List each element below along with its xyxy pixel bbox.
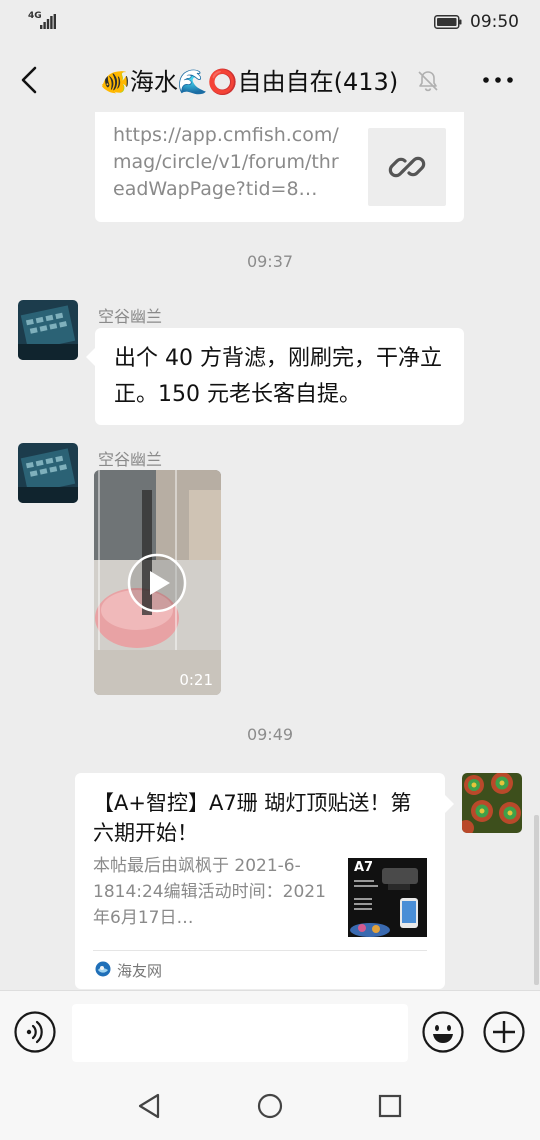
- timestamp: 09:37: [246, 252, 294, 271]
- avatar[interactable]: [18, 443, 78, 503]
- article-source: 海友网: [117, 962, 163, 980]
- emoji-icon[interactable]: [422, 1011, 464, 1053]
- status-time: 09:50: [470, 12, 519, 32]
- mute-bell-icon: [418, 71, 438, 92]
- sender-name: 空谷幽兰: [98, 450, 163, 469]
- article-message-card[interactable]: 【A+智控】A7珊 瑚灯顶贴送！第六期开始！ 本帖最后由飒枫于 2021-6-1…: [75, 773, 454, 989]
- system-home-icon[interactable]: [256, 1092, 284, 1120]
- article-thumb-label: A7: [354, 860, 374, 875]
- status-bar: 4G 09:50: [0, 0, 540, 44]
- link-message-card[interactable]: https://app.cmfish.com/mag/circle/v1/for…: [95, 112, 464, 222]
- system-recents-icon[interactable]: [376, 1092, 404, 1120]
- plus-icon[interactable]: [483, 1011, 525, 1053]
- article-thumbnail: A7: [348, 858, 427, 937]
- timestamp: 09:49: [246, 725, 294, 744]
- sender-name: 空谷幽兰: [98, 307, 163, 326]
- avatar[interactable]: [18, 300, 78, 360]
- signal-icon: [40, 14, 56, 29]
- back-icon[interactable]: [14, 64, 46, 96]
- video-message[interactable]: 0:21: [94, 470, 221, 695]
- chat-title: 🐠海水🌊⭕自由自在(413): [100, 68, 399, 96]
- system-back-icon[interactable]: [136, 1092, 164, 1120]
- battery-icon: [434, 15, 462, 29]
- link-thumbnail: [368, 128, 446, 206]
- link-url: https://app.cmfish.com/mag/circle/v1/for…: [113, 124, 339, 200]
- play-icon[interactable]: [127, 553, 187, 613]
- voice-icon[interactable]: [14, 1011, 56, 1053]
- article-divider: [93, 950, 427, 951]
- message-text: 出个 40 方背滤，刚刷完，干净立正。150 元老长客自提。: [114, 346, 442, 407]
- link-icon: [388, 156, 426, 178]
- my-avatar[interactable]: [462, 773, 522, 833]
- scrollbar-thumb[interactable]: [534, 815, 539, 985]
- message-input[interactable]: [72, 1004, 408, 1062]
- video-duration: 0:21: [179, 671, 213, 689]
- system-navigation-bar: [0, 1070, 540, 1140]
- text-message-bubble[interactable]: 出个 40 方背滤，刚刷完，干净立正。150 元老长客自提。: [86, 328, 464, 425]
- article-description: 本帖最后由飒枫于 2021-6-1814:24编辑活动时间：2021年6月17日…: [93, 856, 326, 928]
- input-bar: [0, 990, 540, 1071]
- more-icon[interactable]: [480, 66, 516, 94]
- article-title: 【A+智控】A7珊 瑚灯顶贴送！第六期开始！: [93, 791, 412, 845]
- chat-header: 🐠海水🌊⭕自由自在(413): [0, 44, 540, 118]
- source-logo-icon: [95, 961, 111, 977]
